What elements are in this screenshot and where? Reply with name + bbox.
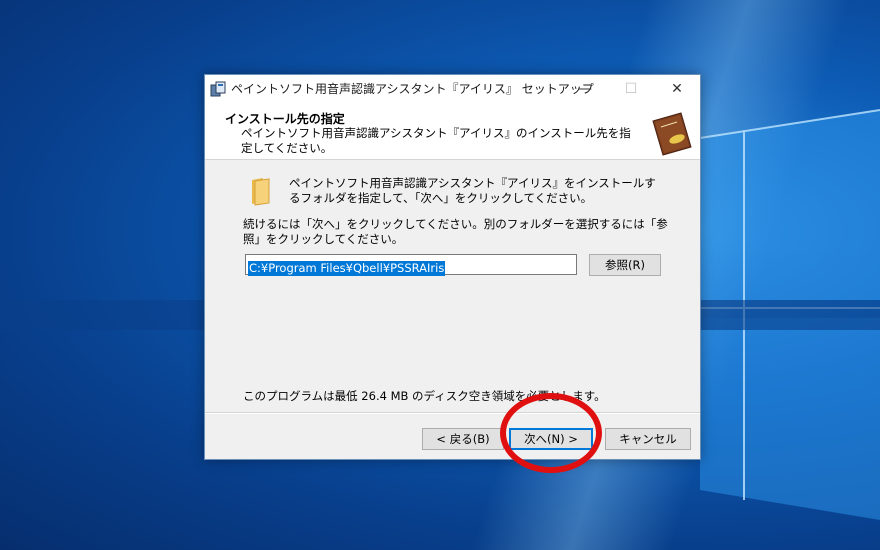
instruction-text: 続けるには「次へ」をクリックしてください。別のフォルダーを選択するには「参照」を…: [243, 217, 668, 246]
maximize-button: ☐: [624, 80, 638, 97]
title-bar[interactable]: ペイントソフト用音声認識アシスタント『アイリス』 セットアップ — ☐ ✕: [205, 75, 700, 102]
page-title: インストール先の指定: [225, 112, 345, 126]
window-controls: — ☐ ✕: [562, 75, 700, 102]
cancel-button[interactable]: キャンセル: [605, 428, 691, 450]
back-button[interactable]: < 戻る(B): [422, 428, 504, 450]
install-path-value: C:¥Program Files¥Qbell¥PSSRAIris: [248, 261, 446, 276]
intro-text: ペイントソフト用音声認識アシスタント『アイリス』をインストールするフォルダを指定…: [289, 176, 656, 205]
wizard-book-image: [652, 112, 692, 156]
browse-button[interactable]: 参照(R): [589, 254, 661, 276]
folder-icon: [252, 178, 270, 206]
footer-divider-highlight: [205, 413, 700, 414]
highlight-circle: [500, 393, 602, 473]
setup-app-icon: [210, 81, 226, 96]
close-button[interactable]: ✕: [654, 75, 700, 102]
setup-dialog: ペイントソフト用音声認識アシスタント『アイリス』 セットアップ — ☐ ✕ イン…: [204, 74, 701, 460]
install-path-field[interactable]: C:¥Program Files¥Qbell¥PSSRAIris: [245, 254, 577, 276]
window-title: ペイントソフト用音声認識アシスタント『アイリス』 セットアップ: [231, 82, 594, 96]
wizard-header: インストール先の指定 ペイントソフト用音声認識アシスタント『アイリス』のインスト…: [205, 102, 700, 160]
minimize-button[interactable]: —: [562, 75, 608, 102]
page-subtitle: ペイントソフト用音声認識アシスタント『アイリス』のインストール先を指定してくださ…: [241, 126, 631, 155]
